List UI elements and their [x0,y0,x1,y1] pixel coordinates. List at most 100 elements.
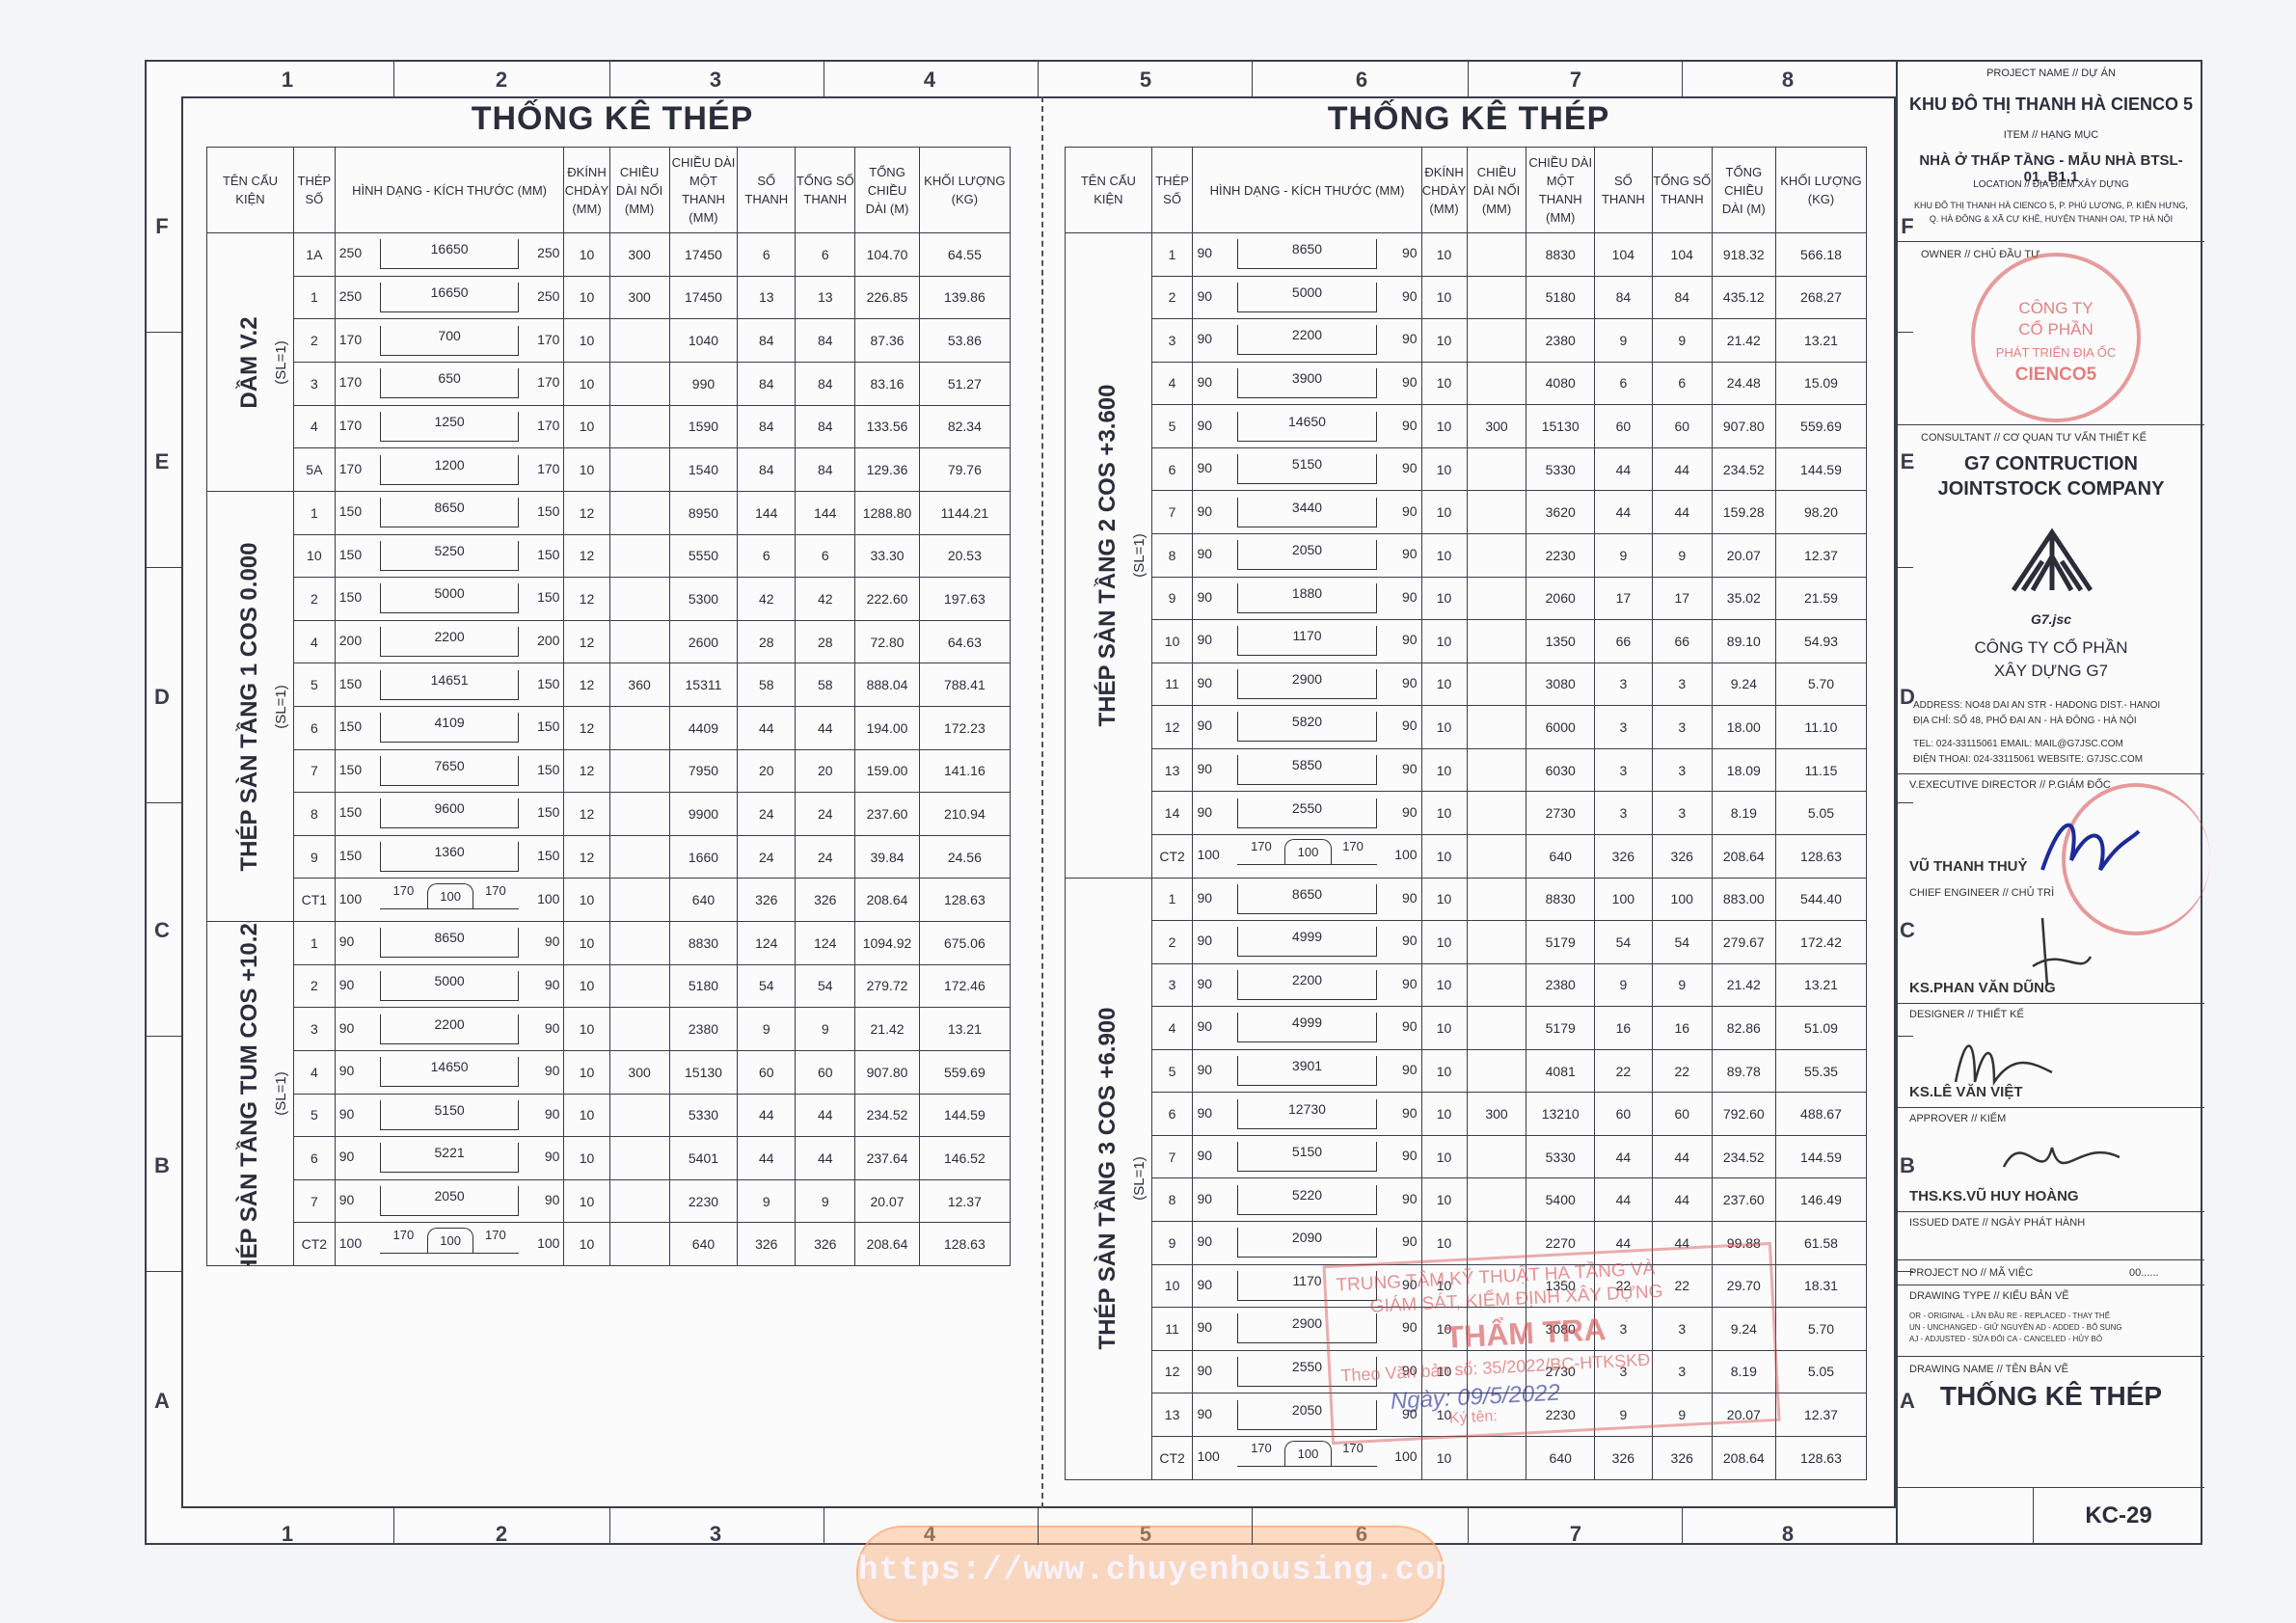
weight-cell: 172.46 [918,963,1012,1009]
lap-length-cell [608,834,670,879]
table-row: 10 90 1170 90 10 1350 66 66 89.10 54.93 [1066,619,1868,663]
designer-label: DESIGNER // THIẾT KẾ [1909,1009,2024,1020]
weight-cell: 5.70 [1774,662,1868,707]
bar-number: CT2 [1150,1435,1194,1480]
bar-length-cell: 17450 [668,232,739,277]
table-row: 13 90 5850 90 10 6030 3 3 18.09 11.15 [1066,747,1868,793]
bar-number: 2 [292,318,336,363]
shape-right-leg: 90 [544,1149,560,1165]
table-header: KHỐI LƯỢNG (KG) [918,147,1012,233]
bar-count-cell: 6 [1593,361,1653,406]
total-length-cell: 1288.80 [854,491,920,535]
u-bar-shape: 5220 [1237,1184,1377,1215]
bar-number: 3 [292,1007,336,1051]
shape-main-length: 5000 [434,585,465,602]
lap-length-cell [608,1007,670,1051]
diameter-cell: 10 [1420,404,1468,448]
shape-left-leg: 100 [338,1234,363,1251]
right-title: THỐNG KÊ THÉP [1327,100,1610,137]
u-bar-shape: 2050 [1237,540,1377,571]
zone-label-side: A [154,1389,170,1413]
bar-count-cell: 44 [737,1136,797,1180]
stirrup-shape: 170 100 170 [1237,1441,1377,1474]
shape-right-leg: 150 [537,804,560,821]
bar-shape: 150 14651 150 [334,663,565,707]
bar-length-cell: 5550 [668,533,739,579]
stirrup-shape: 170 100 170 [1237,839,1377,872]
shape-dim: 170 [1251,839,1272,854]
inspection-stamp-line: Theo Văn bản số: 35/2022/BC-HTKSKĐ [1339,1349,1651,1386]
shape-baseline [379,907,520,909]
total-length-cell: 234.52 [1711,1134,1776,1179]
table-header: TỔNG SỐ THANH [1651,147,1713,233]
bar-number: 5A [292,447,336,492]
group-sub: (SL=1) [273,339,290,385]
bar-shape: 90 12730 90 [1192,1092,1422,1136]
zone-tick [1896,567,1913,568]
u-bar-shape: 5000 [379,970,520,1001]
diameter-cell: 10 [1420,1177,1468,1222]
lap-length-cell [608,404,670,449]
shape-main-length: 2090 [1291,1230,1323,1246]
dtype-line: OR - ORIGINAL - LẦN ĐẦU RE - REPLACED - … [1909,1312,2111,1320]
shape-left-leg: 90 [338,1149,355,1165]
shape-left-leg: 150 [338,503,363,520]
shape-left-leg: 90 [1197,717,1213,734]
left-title: THỐNG KÊ THÉP [471,100,754,137]
shape-right-leg: 100 [537,1234,560,1251]
lap-length-cell [1466,962,1527,1008]
diameter-cell: 10 [1420,747,1468,793]
total-count-cell: 54 [1651,920,1713,964]
table-row: 6 90 5150 90 10 5330 44 44 234.52 144.59 [1066,446,1868,492]
bar-number: 2 [292,577,336,621]
diameter-cell: 10 [1420,791,1468,835]
bar-count-cell: 84 [737,447,797,492]
total-length-cell: 234.52 [1711,446,1776,492]
bar-number: 6 [1150,1092,1194,1136]
table-row: 8 150 9600 150 12 9900 24 24 237.60 210.94 [207,792,1012,836]
bar-shape-drawing: 90 2090 90 [1194,1222,1420,1263]
table-row: 7 90 5150 90 10 5330 44 44 234.52 144.59 [1066,1134,1868,1179]
bar-number: 9 [1150,576,1194,621]
bar-length-cell: 2380 [668,1007,739,1051]
group-name-cell: THÉP SÀN TẦNG 3 COS +6.900 (SL=1) [1065,877,1152,1480]
bar-shape: 150 9600 150 [334,792,565,836]
total-length-cell: 1094.92 [854,921,920,965]
group-name-cell: DẦM V.2 (SL=1) [206,232,294,492]
u-bar-shape: 2200 [379,1014,520,1044]
bar-length-cell: 4409 [668,705,739,750]
group-sub: (SL=1) [1131,1156,1148,1201]
shape-right-leg: 90 [1401,546,1418,562]
shape-left-leg: 250 [338,245,363,261]
lap-length-cell [1466,833,1527,879]
lap-length-cell [1466,1048,1527,1094]
lap-length-cell [1466,532,1527,578]
zone-label-top: 5 [1139,68,1152,92]
bar-number: 3 [292,361,336,406]
shape-main-length: 1880 [1291,584,1323,601]
u-bar-shape: 9600 [379,798,520,829]
table-header: TÊN CẤU KIỆN [1065,147,1152,233]
project-name: KHU ĐÔ THỊ THANH HÀ CIENCO 5 [1908,95,2193,114]
total-count-cell: 44 [795,1136,856,1180]
table-header: THÉP SỐ [292,147,336,233]
bar-number: 11 [1150,662,1194,707]
total-count-cell: 6 [1651,361,1713,406]
table-row: 4 90 3900 90 10 4080 6 6 24.48 15.09 [1066,361,1868,406]
bar-length-cell: 2230 [1526,532,1595,578]
shape-main-length: 2200 [1291,971,1323,987]
zone-tick [1682,1508,1683,1545]
table-row: 8 90 2050 90 10 2230 9 9 20.07 12.37 [1066,532,1868,578]
bar-length-cell: 5330 [668,1093,739,1138]
total-count-cell: 326 [1651,833,1713,879]
shape-main-length: 700 [438,327,461,343]
shape-left-leg: 90 [1197,331,1213,347]
table-header: HÌNH DẠNG - KÍCH THƯỚC (MM) [1192,147,1422,233]
lap-length-cell [1466,791,1527,835]
shape-right-leg: 170 [537,374,560,391]
diameter-cell: 12 [563,491,610,535]
table-row: 9 150 1360 150 12 1660 24 24 39.84 24.56 [207,834,1012,879]
total-count-cell: 84 [1651,275,1713,320]
shape-left-leg: 90 [338,1019,355,1036]
weight-cell: 13.21 [918,1007,1012,1051]
